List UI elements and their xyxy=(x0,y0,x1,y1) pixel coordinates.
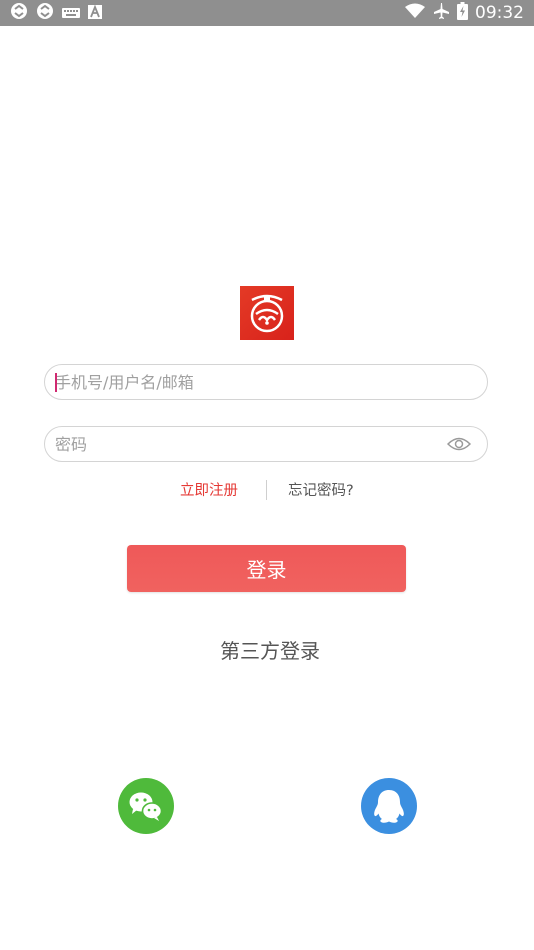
qq-login-button[interactable] xyxy=(361,778,417,834)
third-party-login-title: 第三方登录 xyxy=(220,639,320,663)
text-caret xyxy=(55,373,57,392)
app-logo xyxy=(240,286,294,340)
eye-icon[interactable] xyxy=(446,436,472,452)
password-input[interactable] xyxy=(55,427,435,461)
sync-icon xyxy=(10,2,28,24)
status-time: 09:32 xyxy=(475,3,524,23)
password-field xyxy=(44,426,488,462)
wechat-login-button[interactable] xyxy=(118,778,174,834)
status-bar: 09:32 xyxy=(0,0,534,26)
account-field xyxy=(44,364,488,400)
wifi-icon xyxy=(405,3,425,23)
text-a-icon xyxy=(88,4,102,23)
login-screen: 09:32 立即注册 忘记密码? 登录 第三方登录 xyxy=(0,0,534,950)
sync-icon xyxy=(36,2,54,24)
register-link[interactable]: 立即注册 xyxy=(180,481,238,501)
wechat-icon xyxy=(129,792,163,821)
battery-icon xyxy=(457,2,468,24)
forgot-password-link[interactable]: 忘记密码? xyxy=(288,481,354,501)
links-divider xyxy=(266,480,267,500)
airplane-icon xyxy=(432,2,450,24)
logo-mascot-icon xyxy=(250,294,284,333)
login-button[interactable]: 登录 xyxy=(127,545,406,592)
qq-penguin-icon xyxy=(374,790,404,823)
keyboard-icon xyxy=(62,4,80,23)
account-input[interactable] xyxy=(55,365,435,399)
status-bar-right: 09:32 xyxy=(405,2,524,24)
status-bar-left xyxy=(10,2,102,24)
